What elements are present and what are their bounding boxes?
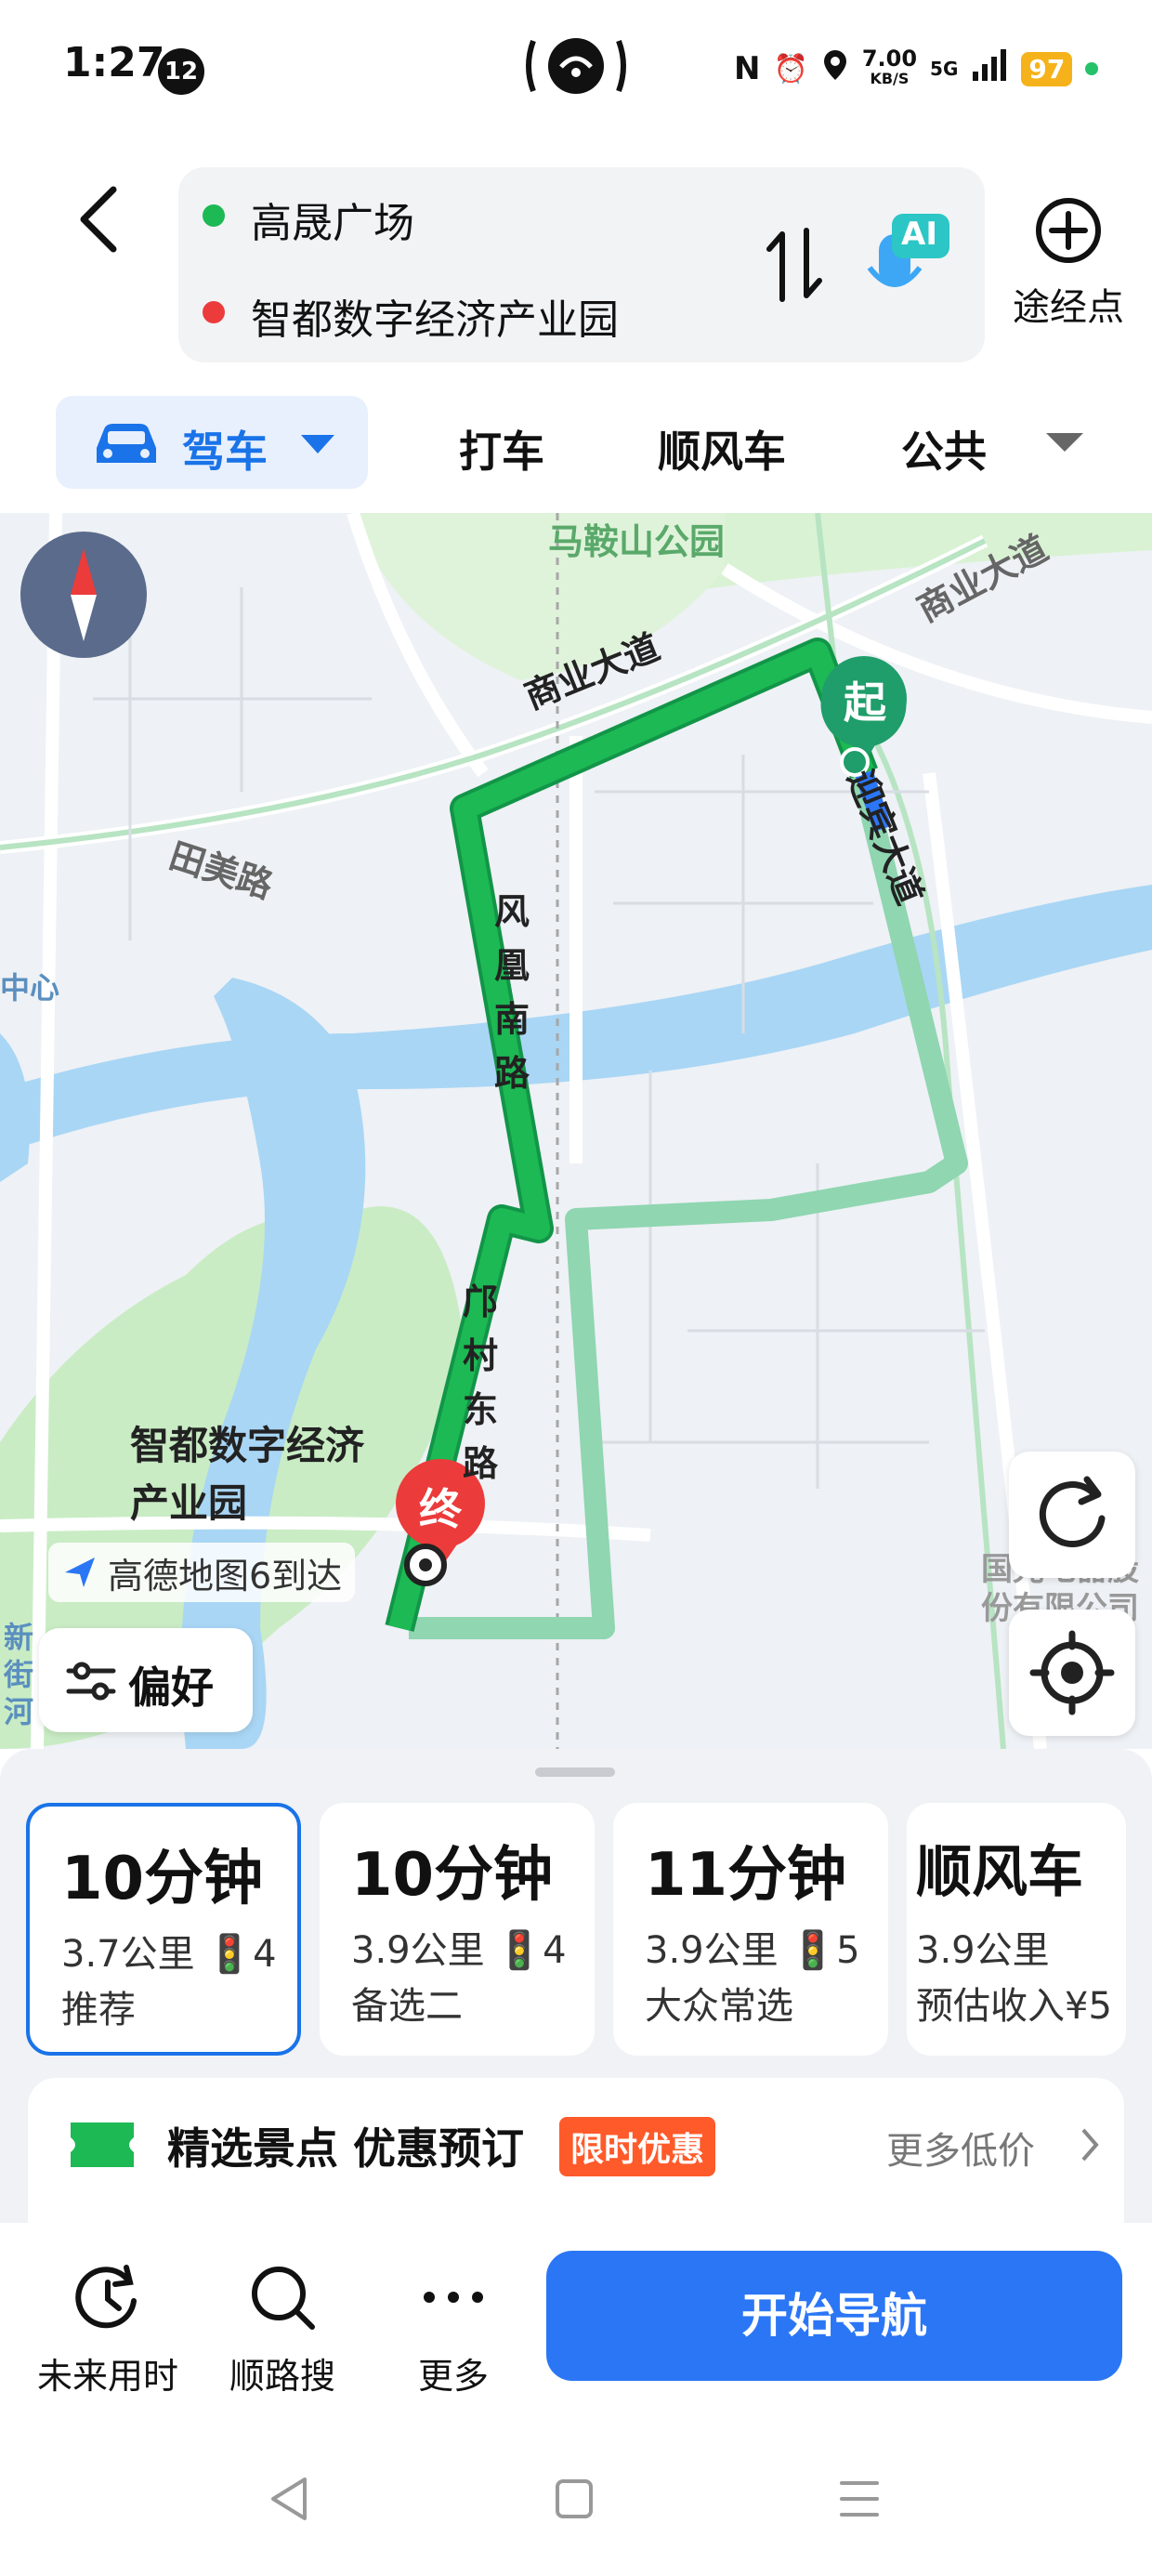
along-search-label: 顺路搜 [229,2356,335,2397]
route-lights: 5 [836,1929,860,1972]
locate-me-button[interactable] [1009,1610,1135,1736]
map-park-label: 马鞍山公园 [548,521,726,562]
traffic-light-icon: 🚦 [206,1933,254,1976]
swap-route-icon[interactable] [762,223,827,307]
privacy-indicator [1085,62,1099,75]
more-label: 更多 [417,2356,489,2397]
chevron-right-icon [1081,2128,1099,2162]
promo-title: 精选景点 优惠预订 [167,2123,525,2174]
route-sheet: 10分钟 3.7公里 🚦4 推荐 10分钟 3.9公里 🚦4 备选二 11分钟 … [0,1749,1152,2245]
network-speed-unit: KB/S [870,70,910,87]
route-time: 11分钟 [645,1841,847,1910]
destination-label-line2: 产业园 [130,1480,248,1526]
route-distance: 3.9公里 🚦4 [351,1929,567,1972]
more-dots-icon [424,2292,483,2303]
travel-mode-tabs: 驾车 打车 顺风车 公共 [0,390,1152,493]
start-navigation-button[interactable]: 开始导航 [546,2251,1122,2381]
promo-tag: 限时优惠 [559,2117,716,2176]
destination-field[interactable]: 智都数字经济产业园 [251,286,619,346]
tab-transit[interactable]: 公共 [901,418,987,480]
alarm-icon: ⏰ [773,52,808,85]
network-type: 5G [930,58,959,80]
route-time: 10分钟 [61,1845,264,1913]
route-lights: 4 [543,1929,567,1972]
more-modes-chevron-icon[interactable] [1044,431,1085,453]
car-icon [97,424,156,463]
preference-label: 偏好 [128,1663,214,1713]
route-card-3[interactable]: 11分钟 3.9公里 🚦5 大众常选 [613,1803,888,2056]
navigation-arrow-icon [65,1557,95,1587]
map-road-kuangcun: 邝村东路 [463,1281,499,1484]
route-time: 10分钟 [351,1841,554,1910]
chevron-down-icon [301,435,334,453]
status-icons: N ⏰ 7.00 KB/S 5G 97 [734,43,1099,95]
amap-arrival-label: 高德地图6到达 [108,1555,343,1597]
ai-voice-icon[interactable]: AI [855,208,957,310]
traffic-light-icon: 🚦 [496,1929,543,1972]
sliders-icon [66,1662,116,1701]
ticket-icon [71,2123,134,2167]
clock-icon [75,2265,137,2329]
signal-icon [971,49,1008,88]
tab-taxi[interactable]: 打车 [459,418,544,480]
more-button[interactable]: 更多 [370,2260,537,2399]
ai-badge-label: AI [901,216,937,253]
tab-carpool[interactable]: 顺风车 [658,418,786,480]
refresh-icon [1039,1476,1106,1548]
map-road-xinjie: 新街河 [4,1620,34,1729]
route-distance: 3.9公里 🚦5 [645,1929,860,1972]
route-preference-button[interactable]: 偏好 [39,1628,253,1732]
back-button[interactable] [72,182,128,256]
nfc-icon: N [734,50,761,87]
destination-dot [203,301,225,323]
along-search-button[interactable]: 顺路搜 [199,2260,366,2399]
map-label-center: 中心 [0,970,60,1005]
tab-drive-label: 驾车 [182,427,268,477]
route-tag: 推荐 [61,1989,136,2031]
start-marker-label: 起 [844,677,886,728]
route-tag: 大众常选 [645,1985,793,2028]
origin-dot [203,204,225,227]
location-icon [821,48,849,89]
end-marker-label: 终 [419,1484,462,1534]
future-time-label: 未来用时 [36,2356,178,2397]
refresh-route-button[interactable] [1009,1452,1135,1578]
waypoint-label: 途经点 [1013,286,1124,329]
route-time: 顺风车 [916,1840,1083,1905]
traffic-light-icon: 🚦 [790,1929,837,1972]
future-time-button[interactable]: 未来用时 [24,2260,191,2399]
action-bar: 未来用时 顺路搜 更多 开始导航 [0,2223,1152,2427]
route-distance: 3.9公里 [916,1929,1050,1972]
route-card-1[interactable]: 10分钟 3.7公里 🚦4 推荐 [26,1803,301,2056]
nav-home-icon[interactable] [554,2477,595,2520]
status-time: 1:27 [63,39,165,86]
route-lights: 4 [253,1933,277,1976]
amap-arrival-badge[interactable]: 高德地图6到达 [48,1543,356,1602]
route-distance: 3.7公里 🚦4 [61,1933,277,1976]
hotspot-icon [520,33,632,99]
origin-field[interactable]: 高晟广场 [251,190,414,249]
battery-level: 97 [1021,51,1073,86]
route-tag: 预估收入¥5 [916,1985,1112,2028]
locate-icon [1029,1630,1115,1715]
notification-badge: 12 [158,48,204,95]
nav-back-icon[interactable] [268,2476,310,2522]
route-card-carpool[interactable]: 顺风车 3.9公里 预估收入¥5 [907,1803,1126,2056]
add-waypoint-button[interactable]: 途经点 [1003,195,1133,335]
tab-drive[interactable]: 驾车 [56,396,368,489]
route-tag: 备选二 [351,1985,463,2028]
search-icon [252,2267,315,2330]
compass-icon[interactable] [19,530,149,660]
network-speed: 7.00 [861,46,918,72]
map-road-fenghuang: 风凰南路 [494,891,530,1094]
plus-circle-icon [1036,198,1101,263]
promo-banner[interactable]: 精选景点 优惠预订 限时优惠 更多低价 [28,2078,1124,2245]
status-bar: 1:27 12 N ⏰ 7.00 KB/S 5G 97 [0,0,1152,139]
system-nav-bar [0,2427,1152,2576]
route-card-2[interactable]: 10分钟 3.9公里 🚦4 备选二 [320,1803,595,2056]
destination-label-line1: 智都数字经济 [130,1423,365,1468]
sheet-drag-handle[interactable] [535,1768,615,1777]
promo-more-link[interactable]: 更多低价 [886,2121,1035,2175]
nav-menu-icon[interactable] [838,2479,881,2518]
